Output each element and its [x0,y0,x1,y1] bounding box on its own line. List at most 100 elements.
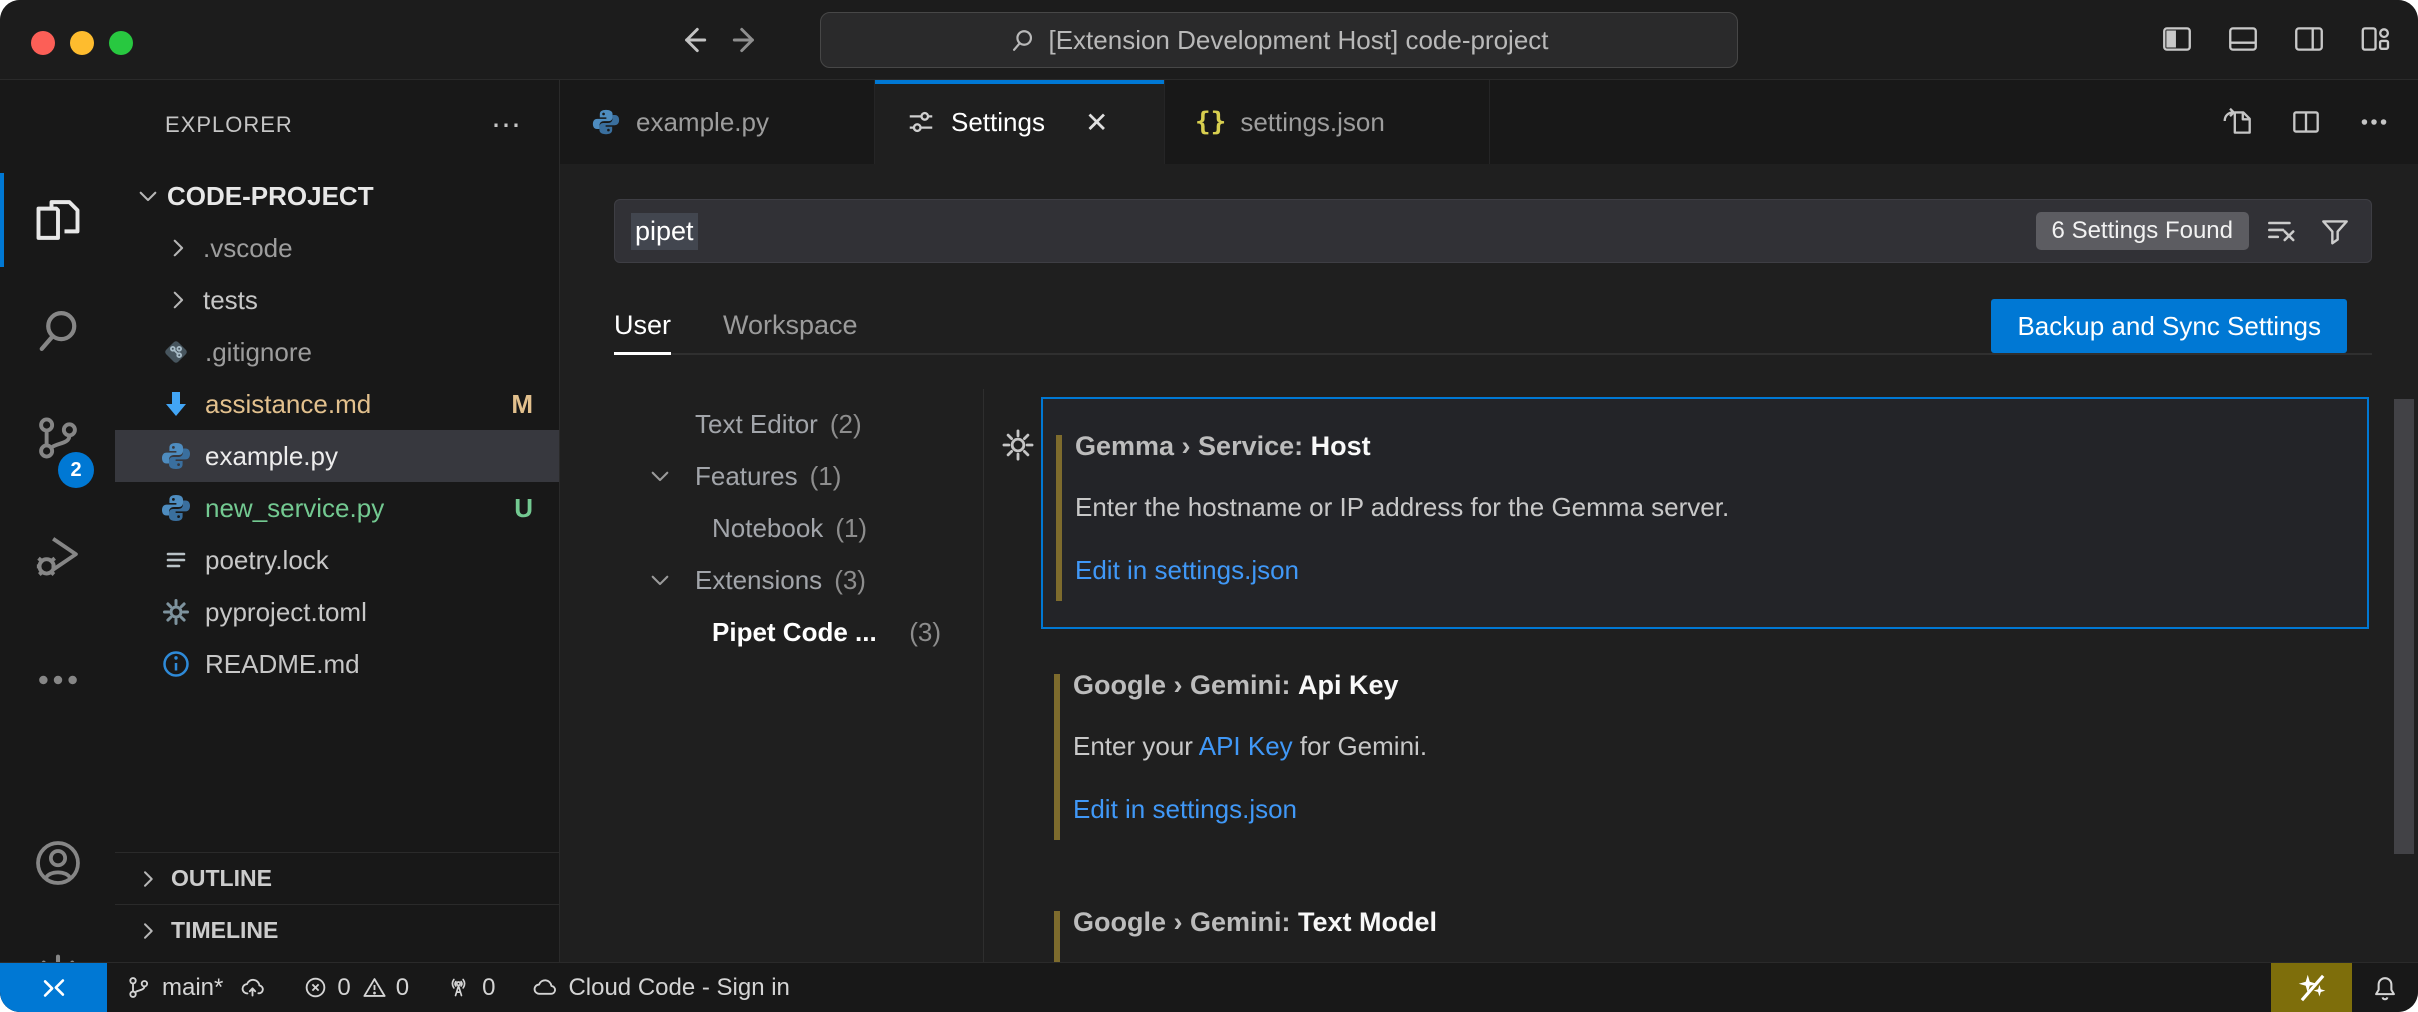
tree-item-gitignore[interactable]: .gitignore [115,326,559,378]
python-icon [159,439,193,473]
modified-indicator [1054,911,1060,962]
branch-icon [125,974,152,1001]
search-icon [32,305,84,357]
cloud-code-signin-item[interactable]: Cloud Code - Sign in [531,974,789,1002]
toc-notebook[interactable]: Notebook (1) [560,502,983,554]
activity-search[interactable] [0,279,115,383]
json-braces-icon: {} [1195,107,1226,137]
tree-item-new-service-py[interactable]: new_service.py U [115,482,559,534]
clear-filter-icon [2264,214,2298,248]
activity-accounts[interactable] [0,811,115,915]
tree-root-code-project[interactable]: CODE-PROJECT [115,170,559,222]
vscode-window: [Extension Development Host] code-projec… [0,0,2418,1012]
remote-icon [39,973,69,1003]
customize-layout-button[interactable] [2354,18,2396,60]
scm-badge: 2 [58,452,94,488]
toc-extensions[interactable]: Extensions (3) [560,554,983,606]
filter-settings-button[interactable] [2313,209,2357,253]
explorer-title: EXPLORER [165,112,293,138]
minimize-window-button[interactable] [70,31,94,55]
close-tab-button[interactable]: ✕ [1085,106,1108,139]
toggle-panel-button[interactable] [2222,18,2264,60]
toc-pipet-code[interactable]: Pipet Code ... (3) [560,606,983,658]
tab-settings-json[interactable]: {} settings.json [1165,80,1490,164]
tab-example-py[interactable]: example.py [560,80,875,164]
settings-list: Gemma › Service: Host Enter the hostname… [984,389,2418,962]
scope-tab-workspace[interactable]: Workspace [723,297,858,353]
tab-settings[interactable]: Settings ✕ [875,80,1165,164]
account-icon [32,837,84,889]
modified-indicator [1054,674,1060,840]
edit-in-settings-json-link[interactable]: Edit in settings.json [1073,794,1297,825]
editor-area: example.py Settings ✕ {} settings.json [560,80,2418,962]
cloud-icon [531,974,558,1001]
funnel-icon [2318,214,2352,248]
settings-search-input[interactable]: pipet 6 Settings Found [614,199,2372,263]
ports-item[interactable]: 0 [445,974,495,1002]
gear-file-icon [159,595,193,629]
settings-scrollbar[interactable] [2394,399,2414,854]
chevron-right-icon [163,235,193,261]
explorer-more-actions-button[interactable]: ⋯ [491,108,523,143]
tree-item-pyproject-toml[interactable]: pyproject.toml [115,586,559,638]
activity-more[interactable] [0,628,115,732]
remote-indicator[interactable] [0,963,107,1012]
activity-explorer[interactable] [0,168,115,272]
chevron-right-icon [163,287,193,313]
scope-tab-user[interactable]: User [614,297,671,353]
close-window-button[interactable] [31,31,55,55]
notifications-bell-button[interactable] [2352,963,2418,1012]
tree-item-readme-md[interactable]: README.md [115,638,559,690]
git-modified-badge: M [511,389,533,420]
chevron-down-icon [133,183,163,209]
outline-section-header[interactable]: OUTLINE [115,852,559,904]
warning-icon [361,974,388,1001]
tree-item-poetry-lock[interactable]: poetry.lock [115,534,559,586]
backup-sync-settings-button[interactable]: Backup and Sync Settings [1991,299,2347,353]
tree-item-tests[interactable]: tests [115,274,559,326]
copilot-disabled-item[interactable] [2271,963,2352,1012]
settings-search-value: pipet [631,213,698,250]
activity-source-control[interactable] [0,386,115,490]
zoom-window-button[interactable] [109,31,133,55]
navigate-back-button[interactable] [671,18,715,62]
toggle-secondary-sidebar-button[interactable] [2288,18,2330,60]
python-icon [590,106,622,138]
clear-search-filters-button[interactable] [2259,209,2303,253]
toc-text-editor[interactable]: Text Editor (2) [560,398,983,450]
timeline-section-header[interactable]: TIMELINE [115,904,559,956]
explorer-sidebar: EXPLORER ⋯ CODE-PROJECT .vscode tests .g… [115,80,560,962]
setting-gemma-service-host[interactable]: Gemma › Service: Host Enter the hostname… [1041,397,2369,629]
git-branch-item[interactable]: main* [125,974,266,1002]
window-title: [Extension Development Host] code-projec… [1048,25,1548,56]
modified-indicator [1056,435,1062,601]
toggle-primary-sidebar-button[interactable] [2156,18,2198,60]
setting-gemini-api-key[interactable]: Google › Gemini: Api Key Enter your API … [1041,638,2369,878]
split-editor-button[interactable] [2286,102,2326,142]
setting-row-gear-icon[interactable] [1000,427,1036,468]
tree-item-example-py[interactable]: example.py [115,430,559,482]
arrow-left-icon [676,23,710,57]
bell-icon [2370,973,2400,1003]
chevron-right-icon [133,919,163,943]
tree-item-assistance-md[interactable]: assistance.md M [115,378,559,430]
tree-item-vscode[interactable]: .vscode [115,222,559,274]
problems-item[interactable]: 0 0 [302,974,409,1002]
panel-left-icon [2160,22,2194,56]
api-key-link[interactable]: API Key [1199,731,1293,761]
tab-strip: example.py Settings ✕ {} settings.json [560,80,2418,164]
open-settings-json-button[interactable] [2218,102,2258,142]
search-icon [1009,27,1036,54]
activity-run-debug[interactable] [0,503,115,607]
panel-right-icon [2292,22,2326,56]
editor-more-actions-button[interactable] [2354,102,2394,142]
toc-features[interactable]: Features (1) [560,450,983,502]
navigate-forward-button[interactable] [724,18,768,62]
edit-in-settings-json-link[interactable]: Edit in settings.json [1075,555,1299,586]
titlebar: [Extension Development Host] code-projec… [0,0,2418,80]
status-bar: main* 0 0 0 Cloud Code - Sign in [0,962,2418,1012]
command-center-search[interactable]: [Extension Development Host] code-projec… [820,12,1738,68]
setting-gemini-text-model[interactable]: Google › Gemini: Text Model [1041,875,2369,962]
cloud-upload-icon [239,974,266,1001]
file-arrow-icon [2221,105,2255,139]
